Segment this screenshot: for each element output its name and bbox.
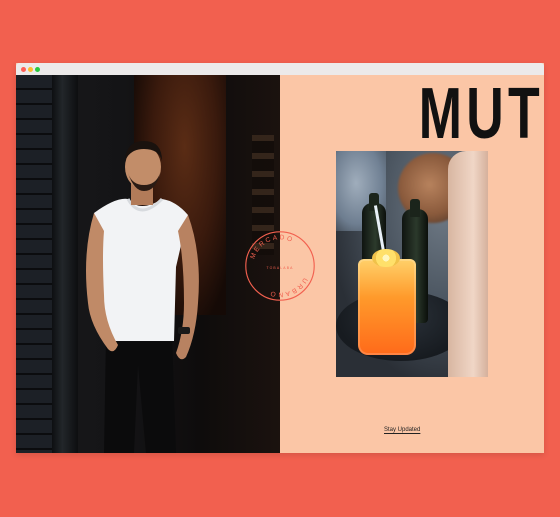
orange-cocktail-glass xyxy=(358,259,416,355)
badge-line2: URBANO xyxy=(268,276,309,297)
close-window-button[interactable] xyxy=(21,67,26,72)
stay-updated-link[interactable]: Stay Updated xyxy=(384,427,420,433)
hero-photo-man-in-doorway xyxy=(16,75,280,453)
cocktail-photo xyxy=(336,151,488,377)
maximize-window-button[interactable] xyxy=(35,67,40,72)
badge-line1: MERCADO xyxy=(249,234,292,260)
svg-text:URBANO: URBANO xyxy=(268,276,309,297)
badge-subtitle: TOBALABA xyxy=(266,266,293,270)
man-figure xyxy=(86,141,199,453)
browser-window: MERCADO URBANO TOBALABA MUT Stay Updated xyxy=(16,63,544,453)
brand-logo-text: MUT xyxy=(418,74,544,154)
minimize-window-button[interactable] xyxy=(28,67,33,72)
mercado-urbano-badge: MERCADO URBANO TOBALABA xyxy=(245,231,315,301)
person-arm xyxy=(448,151,488,377)
svg-text:MERCADO: MERCADO xyxy=(249,234,295,260)
citrus-garnish xyxy=(372,249,400,267)
brick-wall xyxy=(16,75,52,453)
